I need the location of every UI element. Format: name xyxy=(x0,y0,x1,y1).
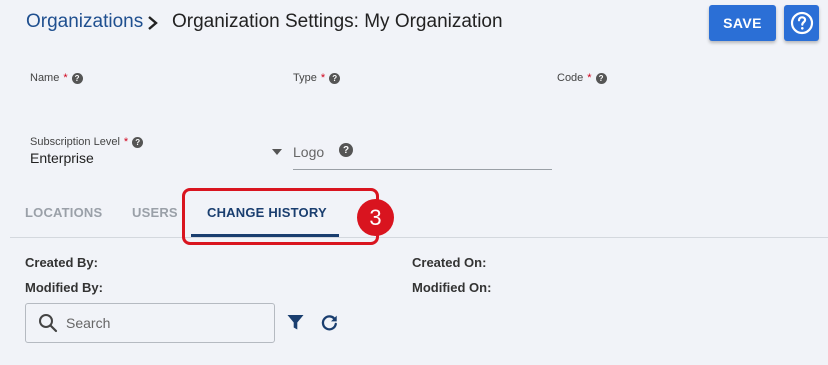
code-label-text: Code xyxy=(557,72,584,84)
question-circle-icon[interactable]: ? xyxy=(339,143,353,157)
modified-by-label: Modified By: xyxy=(25,280,103,295)
subscription-label-text: Subscription Level xyxy=(30,136,120,148)
name-label-text: Name xyxy=(30,72,60,84)
required-marker: * xyxy=(587,72,592,84)
filter-icon[interactable] xyxy=(287,314,304,331)
logo-field-underline xyxy=(293,169,552,170)
question-circle-icon[interactable]: ? xyxy=(71,72,83,84)
tabs-divider xyxy=(10,237,828,238)
required-marker: * xyxy=(63,72,68,84)
save-button[interactable]: SAVE xyxy=(709,5,776,41)
question-circle-icon[interactable]: ? xyxy=(329,72,341,84)
tab-users[interactable]: USERS xyxy=(132,205,178,220)
modified-on-label: Modified On: xyxy=(412,280,492,295)
help-button[interactable] xyxy=(784,5,819,41)
created-on-label: Created On: xyxy=(412,255,487,270)
type-label-text: Type xyxy=(293,72,317,84)
search-icon xyxy=(39,314,58,333)
search-box[interactable] xyxy=(25,303,275,343)
breadcrumb-organizations-link[interactable]: Organizations xyxy=(26,11,143,33)
refresh-icon[interactable] xyxy=(320,313,339,332)
caret-down-icon[interactable] xyxy=(271,148,283,156)
help-circle-icon xyxy=(790,11,813,35)
annotation-highlight-box xyxy=(182,188,379,245)
page-title: Organization Settings: My Organization xyxy=(172,11,503,32)
required-marker: * xyxy=(320,72,326,84)
required-marker: * xyxy=(123,136,129,148)
search-input[interactable] xyxy=(66,315,256,331)
tab-locations[interactable]: LOCATIONS xyxy=(25,205,102,220)
question-circle-icon[interactable]: ? xyxy=(132,136,144,148)
subscription-level-label: Subscription Level * ? xyxy=(30,136,144,148)
created-by-label: Created By: xyxy=(25,255,98,270)
logo-field[interactable]: Logo xyxy=(293,144,324,160)
type-field-label: Type * ? xyxy=(293,72,341,84)
name-field-label: Name * ? xyxy=(30,72,83,84)
annotation-step-badge: 3 xyxy=(357,199,394,236)
question-circle-icon[interactable]: ? xyxy=(595,72,607,84)
chevron-right-icon xyxy=(148,16,158,30)
code-field-label: Code * ? xyxy=(557,72,607,84)
subscription-level-select[interactable]: Enterprise xyxy=(30,150,94,166)
